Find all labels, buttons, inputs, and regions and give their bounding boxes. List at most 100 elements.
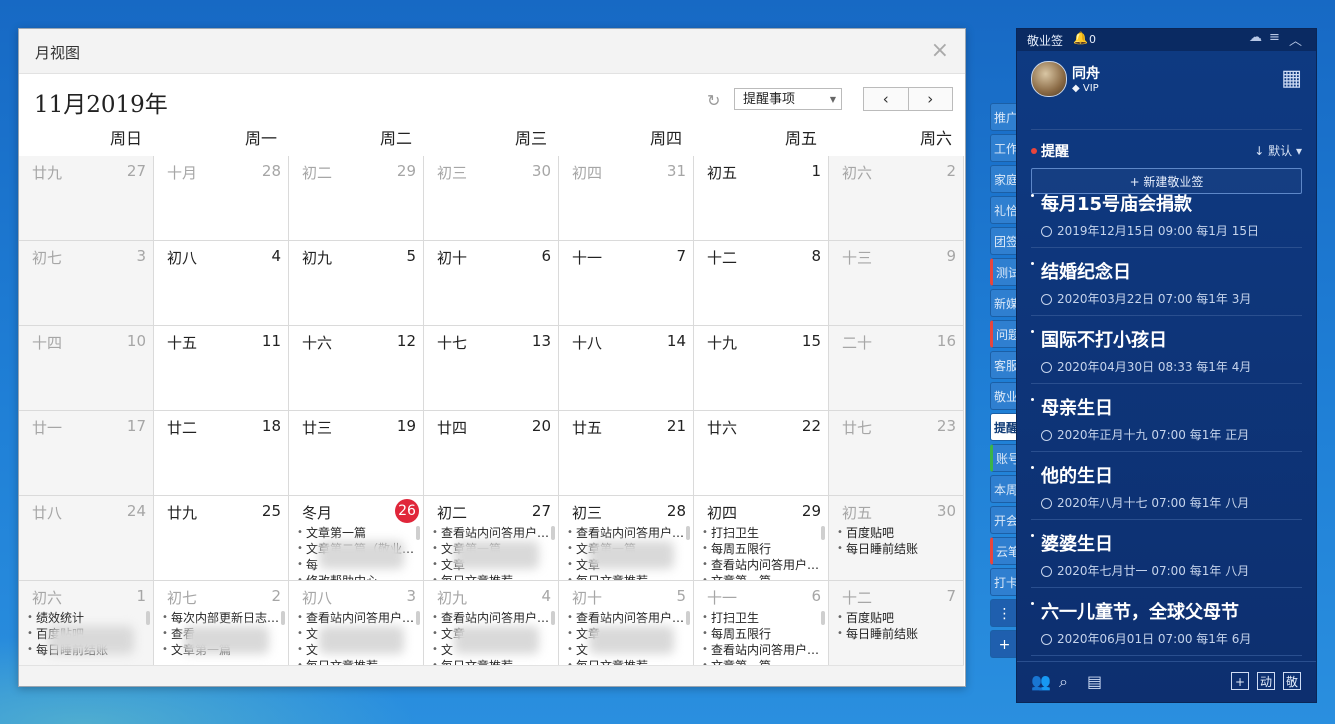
event-item[interactable]: 查看站内问答用户… <box>702 642 820 658</box>
day-cell[interactable]: 初四 29 打扫卫生每周五限行查看站内问答用户…文章第一篇 <box>694 496 829 581</box>
cloud-sync-icon[interactable]: ☁ <box>1249 30 1262 45</box>
reminder-item[interactable]: 结婚纪念日 2020年03月22日 07:00 每1年 3月 <box>1031 248 1302 316</box>
day-cell[interactable]: 十八 14 <box>559 326 694 411</box>
day-cell[interactable]: 廿七 23 <box>829 411 964 496</box>
cell-scrollbar[interactable] <box>551 611 555 625</box>
event-item[interactable]: 文章第一篇 <box>702 573 820 580</box>
cell-scrollbar[interactable] <box>416 526 420 540</box>
event-item[interactable]: 绩效统计 <box>27 610 145 626</box>
event-item[interactable]: 百度贴吧 <box>837 610 955 626</box>
category-tab[interactable]: 敬业 <box>990 382 1018 410</box>
collapse-icon[interactable]: ︿ <box>1289 30 1302 49</box>
day-cell[interactable]: 初九 5 <box>289 241 424 326</box>
day-cell[interactable]: 初五 1 <box>694 156 829 241</box>
category-tab[interactable]: 开会 <box>990 506 1018 534</box>
reminder-item[interactable]: 六一儿童节，全球父母节 2020年06月01日 07:00 每1年 6月 <box>1031 588 1302 656</box>
activity-button[interactable]: 动 <box>1257 672 1275 690</box>
event-item[interactable]: 修改帮助中心 <box>297 573 415 580</box>
day-cell[interactable]: 廿三 19 <box>289 411 424 496</box>
category-tab[interactable]: 测试 <box>990 258 1018 286</box>
day-cell[interactable]: 初八3查看站内问答用户…文文每日文章推荐 <box>289 581 424 666</box>
sort-dropdown[interactable]: ↓ 默认 ▾ <box>1254 142 1302 159</box>
day-cell[interactable]: 初三28查看站内问答用户…文章第一篇文章每日文章推荐 <box>559 496 694 581</box>
cell-scrollbar[interactable] <box>821 526 825 540</box>
day-cell[interactable]: 廿六 22 <box>694 411 829 496</box>
category-tab[interactable]: 礼恰 <box>990 196 1018 224</box>
event-item[interactable]: 查看站内问答用户… <box>567 525 685 541</box>
day-cell[interactable]: 廿九 27 <box>19 156 154 241</box>
day-cell[interactable]: 十四 10 <box>19 326 154 411</box>
day-cell[interactable]: 初十 6 <box>424 241 559 326</box>
add-category-icon[interactable]: + <box>990 630 1018 658</box>
day-cell[interactable]: 十九 15 <box>694 326 829 411</box>
day-cell[interactable]: 初二 29 <box>289 156 424 241</box>
day-cell[interactable]: 十七 13 <box>424 326 559 411</box>
category-tab[interactable]: 本周 <box>990 475 1018 503</box>
search-icon[interactable]: ⌕ <box>1059 672 1068 692</box>
cell-scrollbar[interactable] <box>281 611 285 625</box>
day-cell[interactable]: 廿一 17 <box>19 411 154 496</box>
event-item[interactable]: 每日文章推荐 <box>567 573 685 580</box>
category-tab[interactable]: 团签 <box>990 227 1018 255</box>
calendar-icon[interactable]: ▦ <box>1281 66 1302 91</box>
event-item[interactable]: 每周五限行 <box>702 541 820 557</box>
category-tab[interactable]: 提醒 <box>990 413 1018 441</box>
day-cell[interactable]: 初六1绩效统计百度贴吧每日睡前结账 <box>19 581 154 666</box>
day-cell[interactable]: 初十5查看站内问答用户…文章文每日文章推荐 <box>559 581 694 666</box>
reminder-item[interactable]: 国际不打小孩日 2020年04月30日 08:33 每1年 4月 <box>1031 316 1302 384</box>
day-cell[interactable]: 十月 28 <box>154 156 289 241</box>
event-item[interactable]: 文章第一篇 <box>297 525 415 541</box>
day-cell[interactable]: 初六 2 <box>829 156 964 241</box>
reminder-item[interactable]: 他的生日 2020年八月十七 07:00 每1年 八月 <box>1031 452 1302 520</box>
day-cell[interactable]: 初八 4 <box>154 241 289 326</box>
reminder-item[interactable]: 母亲生日 2020年正月十九 07:00 每1年 正月 <box>1031 384 1302 452</box>
day-cell[interactable]: 初三 30 <box>424 156 559 241</box>
category-tab[interactable]: 账号 <box>990 444 1018 472</box>
filter-select[interactable]: 提醒事项 ▼ <box>734 88 842 110</box>
refresh-icon[interactable]: ↻ <box>707 91 720 110</box>
reminder-item[interactable]: 每月15号庙会捐款 2019年12月15日 09:00 每1月 15日 <box>1031 180 1302 248</box>
next-month-button[interactable]: › <box>907 88 953 110</box>
day-cell[interactable]: 初九4查看站内问答用户…文章文每日文章推荐 <box>424 581 559 666</box>
day-cell[interactable]: 十二 7 百度贴吧每日睡前结账 <box>829 581 964 666</box>
event-item[interactable]: 每日睡前结账 <box>837 541 955 557</box>
event-item[interactable]: 查看站内问答用户… <box>297 610 415 626</box>
day-cell[interactable]: 廿四 20 <box>424 411 559 496</box>
cell-scrollbar[interactable] <box>416 611 420 625</box>
category-tab[interactable]: 新媒 <box>990 289 1018 317</box>
day-cell[interactable]: 初七 3 <box>19 241 154 326</box>
menu-icon[interactable]: ≡ <box>1269 30 1280 45</box>
avatar[interactable] <box>1031 61 1067 97</box>
day-cell[interactable]: 初七2每次内部更新日志…查看文章第一篇 <box>154 581 289 666</box>
day-cell[interactable]: 廿五 21 <box>559 411 694 496</box>
category-tab[interactable]: 问题 <box>990 320 1018 348</box>
day-cell[interactable]: 初二27查看站内问答用户…文章第一篇文章每日文章推荐 <box>424 496 559 581</box>
event-item[interactable]: 查看站内问答用户… <box>432 525 550 541</box>
event-item[interactable]: 打扫卫生 <box>702 610 820 626</box>
day-cell[interactable]: 廿八 24 <box>19 496 154 581</box>
day-cell[interactable]: 十一 7 <box>559 241 694 326</box>
cell-scrollbar[interactable] <box>686 526 690 540</box>
cell-scrollbar[interactable] <box>146 611 150 625</box>
event-item[interactable]: 查看站内问答用户… <box>432 610 550 626</box>
add-button[interactable]: + <box>1231 672 1249 690</box>
event-item[interactable]: 查看站内问答用户… <box>567 610 685 626</box>
day-cell[interactable]: 初四 31 <box>559 156 694 241</box>
event-item[interactable]: 每日睡前结账 <box>837 626 955 642</box>
day-cell[interactable]: 冬月26文章第一篇文章第二篇（敬业…每修改帮助中心 <box>289 496 424 581</box>
day-cell[interactable]: 二十 16 <box>829 326 964 411</box>
more-icon[interactable]: ⋮ <box>990 599 1018 627</box>
contacts-icon[interactable]: 👥 <box>1031 672 1051 691</box>
bell-icon[interactable]: 🔔 <box>1073 31 1088 45</box>
category-tab[interactable]: 云笔 <box>990 537 1018 565</box>
category-tab[interactable]: 工作 <box>990 134 1018 162</box>
day-cell[interactable]: 十六 12 <box>289 326 424 411</box>
cell-scrollbar[interactable] <box>686 611 690 625</box>
event-item[interactable]: 百度贴吧 <box>837 525 955 541</box>
category-tab[interactable]: 推广 <box>990 103 1018 131</box>
event-item[interactable]: 每次内部更新日志… <box>162 610 280 626</box>
category-tab[interactable]: 家庭 <box>990 165 1018 193</box>
cell-scrollbar[interactable] <box>551 526 555 540</box>
event-item[interactable]: 打扫卫生 <box>702 525 820 541</box>
event-item[interactable]: 查看站内问答用户… <box>702 557 820 573</box>
